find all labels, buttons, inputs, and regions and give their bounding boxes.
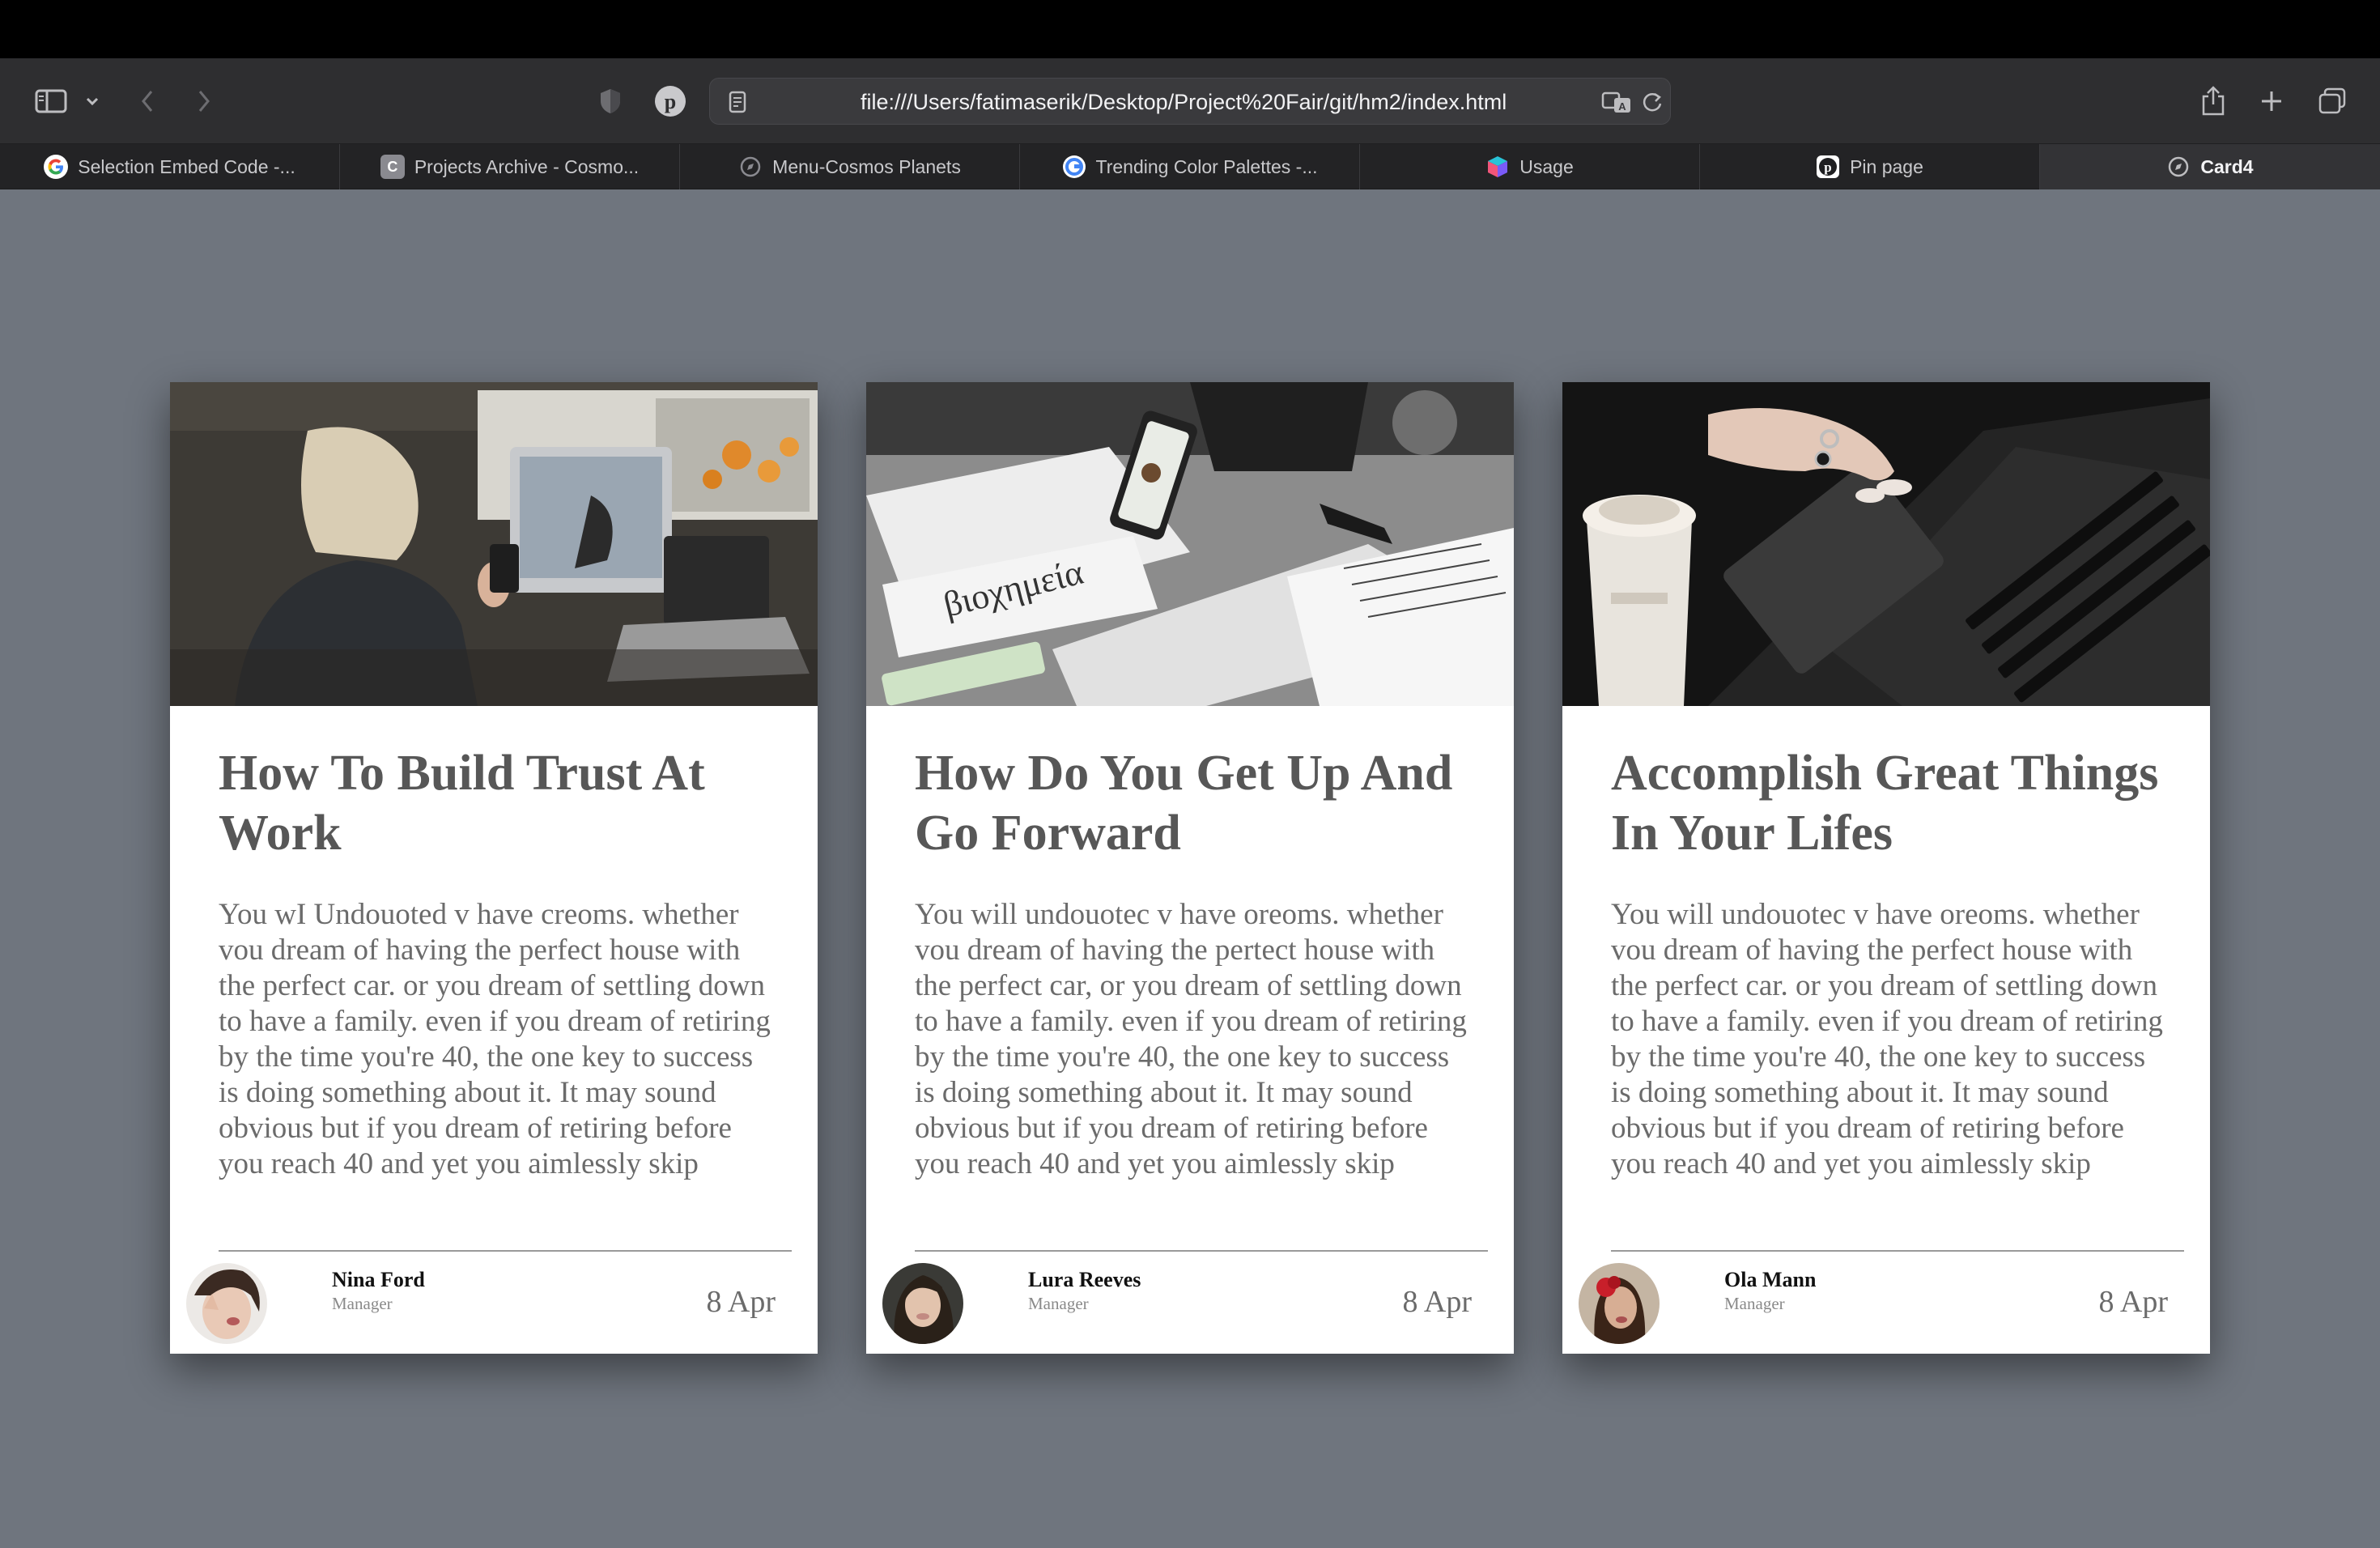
author-role: Manager bbox=[332, 1294, 393, 1313]
author-name: Lura Reeves bbox=[1028, 1268, 1141, 1291]
post-date: 8 Apr bbox=[706, 1285, 776, 1319]
chevron-down-icon[interactable] bbox=[81, 81, 104, 121]
card-image-laptop-and-coffee bbox=[1562, 382, 2210, 706]
share-icon[interactable] bbox=[2197, 81, 2229, 121]
post-date: 8 Apr bbox=[1402, 1285, 1473, 1319]
avatar bbox=[186, 1263, 267, 1344]
card-title: How Do You Get Up And Go Forward bbox=[915, 746, 1453, 861]
tab-label: Selection Embed Code -... bbox=[78, 155, 295, 177]
compass-icon bbox=[2166, 155, 2191, 179]
card-text: You will undouotec v have oreoms. whethe… bbox=[1611, 898, 2163, 1180]
svg-text:p: p bbox=[665, 90, 676, 113]
tab-usage[interactable]: Usage bbox=[1360, 144, 1700, 189]
privacy-shield-icon[interactable] bbox=[594, 81, 627, 121]
reload-icon[interactable] bbox=[1638, 82, 1667, 122]
svg-text:A: A bbox=[1618, 100, 1626, 113]
card-text: You will undouotec v have oreoms. whethe… bbox=[915, 898, 1467, 1180]
pinterest-icon: p bbox=[1816, 155, 1840, 179]
author-name: Ola Mann bbox=[1724, 1268, 1817, 1291]
svg-text:p: p bbox=[1824, 159, 1831, 175]
post-date: 8 Apr bbox=[2098, 1285, 2169, 1319]
cube-icon bbox=[1485, 155, 1510, 179]
sidebar-toggle-icon[interactable] bbox=[31, 81, 71, 121]
divider bbox=[1611, 1250, 2184, 1252]
google-icon bbox=[1062, 155, 1086, 179]
tab-bar: Selection Embed Code -... C Projects Arc… bbox=[0, 144, 2380, 189]
divider bbox=[219, 1250, 792, 1252]
author-role: Manager bbox=[1028, 1294, 1089, 1313]
google-icon bbox=[44, 155, 69, 179]
new-tab-icon[interactable] bbox=[2255, 81, 2288, 121]
tab-label: Pin page bbox=[1850, 155, 1923, 177]
article-card[interactable]: βιοχημεία How Do You Get Up And Go Forwa… bbox=[866, 382, 1514, 1354]
avatar bbox=[1579, 1263, 1660, 1344]
tab-menu-cosmos-planets[interactable]: Menu-Cosmos Planets bbox=[680, 144, 1020, 189]
author-role: Manager bbox=[1724, 1294, 1785, 1313]
author-name: Nina Ford bbox=[332, 1268, 425, 1291]
tab-card4[interactable]: Card4 bbox=[2040, 144, 2380, 189]
tab-pin-page[interactable]: p Pin page bbox=[1700, 144, 2040, 189]
address-bar[interactable]: file:///Users/fatimaserik/Desktop/Projec… bbox=[709, 78, 1671, 125]
tab-trending-color-palettes[interactable]: Trending Color Palettes -... bbox=[1020, 144, 1360, 189]
tab-label: Menu-Cosmos Planets bbox=[772, 155, 961, 177]
article-card[interactable]: How To Build Trust At Work You wI Undouo… bbox=[170, 382, 818, 1354]
page-icon bbox=[721, 82, 754, 122]
tab-label: Trending Color Palettes -... bbox=[1095, 155, 1318, 177]
article-card[interactable]: Accomplish Great Things In Your Lifes Yo… bbox=[1562, 382, 2210, 1354]
tab-selection-embed-code[interactable]: Selection Embed Code -... bbox=[0, 144, 340, 189]
pinterest-extension-icon[interactable]: p bbox=[652, 81, 688, 121]
tab-projects-archive[interactable]: C Projects Archive - Cosmo... bbox=[340, 144, 680, 189]
back-icon[interactable] bbox=[133, 81, 162, 121]
card-image-woman-at-computer bbox=[170, 382, 818, 706]
card-title: How To Build Trust At Work bbox=[219, 746, 705, 861]
divider bbox=[915, 1250, 1488, 1252]
tab-overview-icon[interactable] bbox=[2315, 81, 2349, 121]
compass-icon bbox=[738, 155, 763, 179]
forward-icon[interactable] bbox=[189, 81, 219, 121]
tab-label: Card4 bbox=[2200, 155, 2254, 177]
cosmos-c-icon: C bbox=[380, 155, 405, 179]
card-text: You wI Undouoted v have creoms. whether … bbox=[219, 898, 771, 1180]
browser-toolbar: p file:///Users/fatimaserik/Desktop/Proj… bbox=[0, 58, 2380, 144]
screen-top-bar bbox=[0, 0, 2380, 58]
tab-label: Projects Archive - Cosmo... bbox=[414, 155, 640, 177]
avatar bbox=[882, 1263, 963, 1344]
tab-label: Usage bbox=[1519, 155, 1574, 177]
translate-icon[interactable]: A bbox=[1599, 82, 1634, 122]
url-text[interactable]: file:///Users/fatimaserik/Desktop/Projec… bbox=[861, 79, 1507, 125]
card-title: Accomplish Great Things In Your Lifes bbox=[1611, 746, 2159, 861]
card-image-desk-with-books: βιοχημεία bbox=[866, 382, 1514, 706]
